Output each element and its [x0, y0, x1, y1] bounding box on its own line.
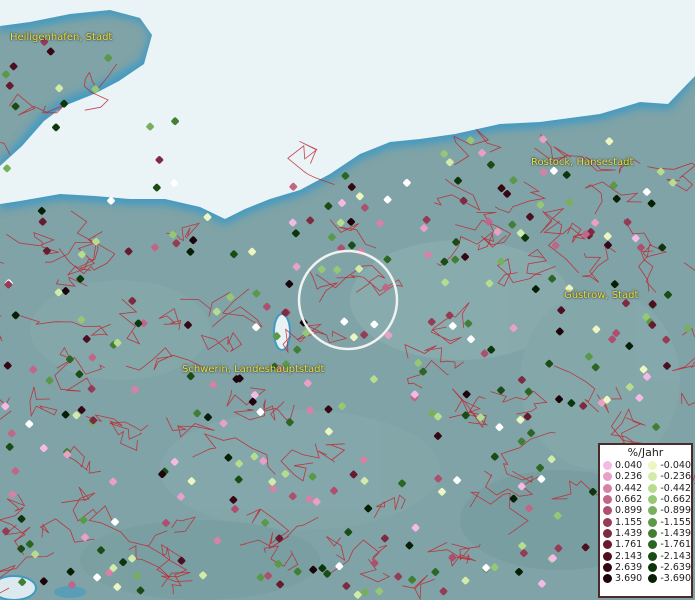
legend-label: 0.236: [615, 471, 643, 483]
legend-entry: 1.155: [600, 516, 645, 528]
city-label-heiligenhafen: Heiligenhafen, Stadt: [10, 32, 113, 43]
legend-title: %/Jahr: [627, 446, 664, 459]
legend-swatch: [603, 495, 612, 505]
legend-entry: 0.899: [600, 505, 645, 516]
legend-swatch: [648, 506, 658, 516]
legend-label: -3.690: [660, 573, 691, 585]
legend-entry: 2.639: [600, 562, 645, 573]
legend-label: 2.143: [615, 550, 643, 562]
legend-label: 1.439: [615, 527, 643, 539]
legend-swatch: [603, 472, 612, 482]
legend-swatch: [603, 461, 612, 471]
lake: [54, 586, 86, 598]
legend-entry: -0.662: [645, 494, 691, 505]
legend-label: -0.662: [660, 494, 691, 506]
map-canvas[interactable]: Heiligenhafen, Stadt Rostock, Hansestadt…: [0, 0, 695, 600]
legend-label: -1.439: [660, 527, 691, 539]
legend-swatch: [603, 540, 612, 550]
legend-entry: 2.143: [600, 550, 645, 562]
lake: [0, 575, 37, 600]
legend-label: -0.040: [660, 460, 691, 472]
legend-entry: -0.040: [645, 460, 691, 471]
legend-entry: -3.690: [645, 573, 691, 584]
legend-entry: -0.899: [645, 505, 691, 516]
legend-swatch: [648, 562, 658, 572]
legend-label: 2.639: [615, 561, 643, 573]
legend-label: -0.236: [660, 471, 691, 483]
legend-label: 0.899: [615, 505, 643, 517]
city-label-guestrow: Güstrow, Stadt: [564, 290, 639, 301]
legend-swatch: [603, 574, 612, 584]
legend-entry: -0.442: [645, 483, 691, 494]
legend-entry: -1.155: [645, 516, 691, 528]
legend-swatch: [648, 540, 658, 550]
legend-entry: 1.761: [600, 539, 645, 550]
legend-positive-column: 0.040 0.236 0.442 0.662 0.899 1.155 1.439 1.761…: [600, 460, 645, 584]
legend-label: 3.690: [615, 573, 643, 585]
legend-swatch: [603, 528, 612, 538]
legend-entry: 3.690: [600, 573, 645, 584]
legend-swatch: [603, 483, 612, 493]
legend-label: 0.040: [615, 460, 643, 472]
city-label-rostock: Rostock, Hansestadt: [531, 157, 634, 168]
legend-swatch: [603, 562, 612, 572]
legend-swatch: [648, 483, 658, 493]
legend-swatch: [648, 574, 658, 584]
city-label-schwerin: Schwerin, Landeshauptstadt: [182, 364, 325, 375]
legend-label: -1.155: [660, 516, 691, 528]
legend-entry: 0.236: [600, 471, 645, 482]
legend-entry: 0.662: [600, 494, 645, 505]
legend-entry: -1.761: [645, 539, 691, 550]
legend-entry: 0.442: [600, 483, 645, 494]
legend-entry: 0.040: [600, 460, 645, 471]
legend-swatch: [648, 461, 658, 471]
legend-swatch: [603, 551, 612, 561]
legend-entry: 1.439: [600, 528, 645, 539]
legend-label: -0.442: [660, 482, 691, 494]
legend-entry: -1.439: [645, 528, 691, 539]
legend-swatch: [648, 517, 658, 527]
legend-swatch: [603, 517, 612, 527]
legend-entry: -0.236: [645, 471, 691, 482]
legend-label: -2.639: [660, 561, 691, 573]
legend-swatch: [648, 472, 658, 482]
legend-swatch: [648, 495, 658, 505]
legend-label: 0.442: [615, 482, 643, 494]
legend-entry: -2.639: [645, 562, 691, 573]
legend-swatch: [648, 551, 658, 561]
legend-label: -1.761: [660, 539, 691, 551]
legend-swatch: [648, 528, 658, 538]
legend-entry: -2.143: [645, 550, 691, 562]
legend-label: 0.662: [615, 494, 643, 506]
legend-label: 1.155: [615, 516, 643, 528]
legend-swatch: [603, 506, 612, 516]
legend-label: 1.761: [615, 539, 643, 551]
legend-negative-column: -0.040 -0.236 -0.442 -0.662 -0.899 -1.155 -1.4…: [645, 460, 691, 584]
legend-panel: %/Jahr 0.040 0.236 0.442 0.662 0.899 1.155 1.4…: [598, 443, 693, 598]
legend-label: -2.143: [660, 550, 691, 562]
legend-label: -0.899: [660, 505, 691, 517]
